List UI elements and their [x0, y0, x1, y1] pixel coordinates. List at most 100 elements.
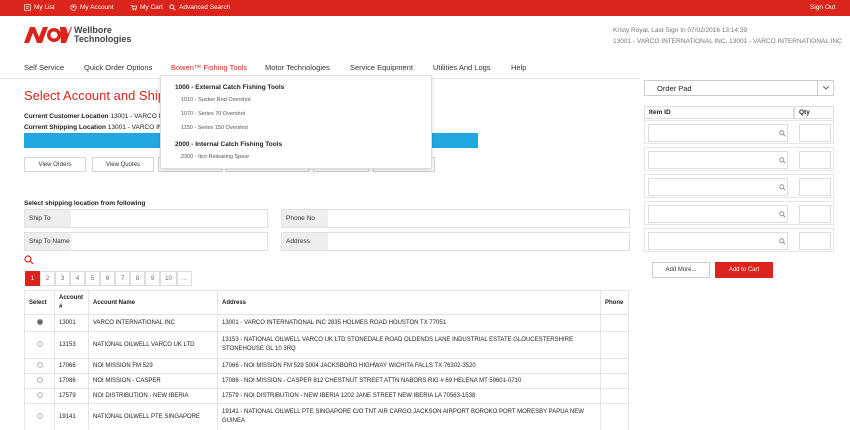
sign-out-link[interactable]: Sign Out	[810, 4, 835, 11]
page-9[interactable]: 9	[145, 271, 160, 286]
search-icon[interactable]	[776, 124, 788, 142]
user-icon	[70, 4, 77, 11]
menu-item-series-70-overshot[interactable]: 1070 - Series 70 Overshot	[181, 111, 245, 117]
row-phone	[600, 373, 629, 389]
page-title: Select Account and Ship	[24, 88, 165, 103]
nav-self-service[interactable]: Self Service	[24, 63, 64, 72]
row-name: NATIONAL OILWELL PTE SINGAPORE	[88, 403, 218, 430]
nav-quick-order[interactable]: Quick Order Options	[84, 63, 152, 72]
ship-to-input[interactable]	[71, 210, 267, 227]
nav-utilities-logs[interactable]: Utilities And Logs	[433, 63, 491, 72]
col-account-line1: Account	[59, 294, 83, 301]
item-id-input[interactable]	[648, 124, 788, 142]
radio-button[interactable]	[36, 341, 43, 347]
add-more-button[interactable]: Add More...	[652, 262, 710, 278]
table-row[interactable]: 17579 NOI DISTRIBUTION - NEW IBERIA 1757…	[24, 388, 629, 404]
address-label: Address	[282, 233, 328, 250]
row-phone	[600, 403, 629, 430]
row-select[interactable]	[24, 314, 55, 332]
page-8[interactable]: 8	[130, 271, 145, 286]
row-account: 13153	[54, 331, 89, 359]
qty-input[interactable]	[799, 124, 831, 142]
phone-no-input[interactable]	[328, 210, 629, 227]
row-select[interactable]	[24, 388, 55, 404]
page-5[interactable]: 5	[85, 271, 100, 286]
item-id-input[interactable]	[648, 151, 788, 169]
user-info: Kristy Royal, Last Sign In 07/02/2016 13…	[613, 25, 842, 47]
table-row[interactable]: 13153 NATIONAL OILWELL VARCO UK LTD 1315…	[24, 331, 629, 359]
ship-to-name-input[interactable]	[71, 233, 267, 250]
add-to-cart-button[interactable]: Add to Cart	[715, 262, 773, 278]
table-row[interactable]: 19141 NATIONAL OILWELL PTE SINGAPORE 191…	[24, 403, 629, 430]
view-orders-button[interactable]: View Orders	[24, 157, 86, 172]
menu-group-internal-catch[interactable]: 2000 - Internal Catch Fishing Tools	[175, 141, 282, 148]
qty-input[interactable]	[799, 205, 831, 223]
page-10[interactable]: 10	[160, 271, 177, 286]
item-id-input[interactable]	[648, 205, 788, 223]
order-pad-select[interactable]: Order Pad	[644, 80, 834, 96]
qty-input[interactable]	[799, 151, 831, 169]
row-phone	[600, 314, 629, 332]
table-row[interactable]: 17086 NOI MISSION - CASPER 17086 - NOI M…	[24, 373, 629, 389]
address-input[interactable]	[328, 233, 629, 250]
search-icon[interactable]	[776, 151, 788, 169]
page-4[interactable]: 4	[70, 271, 85, 286]
page-3[interactable]: 3	[55, 271, 70, 286]
my-list-label: My List	[34, 4, 55, 11]
radio-button[interactable]	[36, 413, 43, 419]
row-select[interactable]	[24, 331, 55, 359]
radio-button[interactable]	[36, 362, 43, 368]
page-2[interactable]: 2	[40, 271, 55, 286]
phone-no-field: Phone No	[281, 209, 630, 228]
nav-bowen-fishing-tools[interactable]: Bowen™ Fishing Tools	[171, 63, 247, 72]
search-icon[interactable]	[776, 205, 788, 223]
row-select[interactable]	[24, 373, 55, 389]
item-id-input[interactable]	[648, 178, 788, 196]
page-more[interactable]: ...	[177, 271, 192, 286]
my-cart-link[interactable]: My Cart	[130, 4, 163, 11]
menu-item-sucker-rod-overshot[interactable]: 1010 - Sucker Rod Overshot	[181, 97, 251, 103]
row-address: 19141 - NATIONAL OILWELL PTE SINGAPORE C…	[217, 403, 601, 430]
page-7[interactable]: 7	[115, 271, 130, 286]
current-shipping-location: Current Shipping Location 13001 - VARCO …	[24, 124, 163, 131]
menu-group-external-catch[interactable]: 1000 - External Catch Fishing Tools	[175, 84, 284, 91]
my-account-link[interactable]: My Account	[70, 4, 114, 11]
top-bar: My List My Account My Cart Advanced Sear…	[0, 0, 850, 16]
chevron-down-icon[interactable]	[817, 81, 833, 95]
menu-item-series-150-overshot[interactable]: 1150 - Series 150 Overshot	[181, 125, 248, 131]
advanced-search-link[interactable]: Advanced Search	[169, 4, 230, 11]
nav-help[interactable]: Help	[511, 63, 526, 72]
row-select[interactable]	[24, 403, 55, 430]
search-icon[interactable]	[776, 178, 788, 196]
table-row[interactable]: 13001 VARCO INTERNATIONAL INC 13001 - VA…	[24, 314, 629, 332]
order-pad-row	[644, 201, 834, 225]
phone-no-label: Phone No	[282, 210, 328, 227]
radio-button[interactable]	[36, 377, 43, 383]
col-select: Select	[24, 290, 55, 315]
qty-input[interactable]	[799, 232, 831, 250]
table-row[interactable]: 17066 NOI MISSION FM 529 17066 - NOI MIS…	[24, 358, 629, 374]
qty-input[interactable]	[799, 178, 831, 196]
radio-button[interactable]	[36, 392, 43, 398]
page-6[interactable]: 6	[100, 271, 115, 286]
company-logo[interactable]: Wellbore Technologies	[24, 25, 131, 45]
search-icon[interactable]	[776, 232, 788, 250]
ship-location-label: Select shipping location from following	[24, 200, 146, 207]
row-phone	[600, 388, 629, 404]
radio-selected[interactable]	[36, 319, 43, 325]
row-account: 19141	[54, 403, 89, 430]
page-1[interactable]: 1	[25, 271, 40, 286]
item-id-input[interactable]	[648, 232, 788, 250]
search-icon[interactable]	[24, 255, 34, 265]
nav-motor-technologies[interactable]: Motor Technologies	[265, 63, 330, 72]
nav-service-equipment[interactable]: Service Equipment	[350, 63, 413, 72]
view-quotes-button[interactable]: View Quotes	[92, 157, 154, 172]
col-account: Account #	[54, 290, 89, 315]
row-select[interactable]	[24, 358, 55, 374]
col-address: Address	[217, 290, 601, 315]
table-header-row: Select Account # Account Name Address Ph…	[24, 290, 629, 315]
my-list-link[interactable]: My List	[24, 4, 55, 11]
menu-item-itco-releasing-spear[interactable]: 2300 - Itco Releasing Spear	[181, 154, 249, 160]
my-cart-label: My Cart	[140, 4, 163, 11]
current-shipping-label: Current Shipping Location	[24, 124, 106, 131]
